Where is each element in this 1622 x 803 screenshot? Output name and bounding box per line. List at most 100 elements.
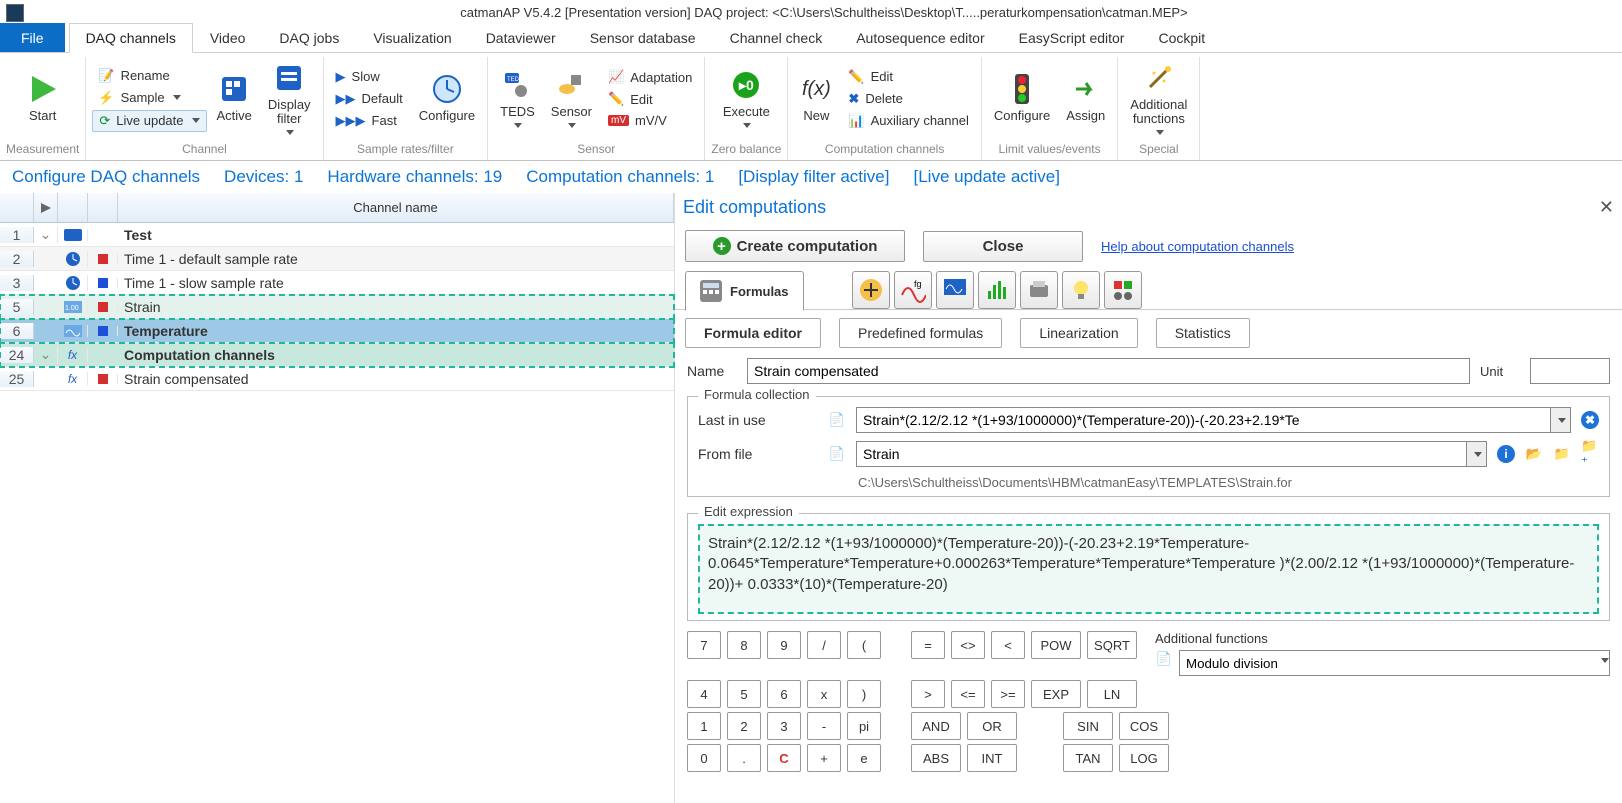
folder-open-icon[interactable]: 📂: [1525, 445, 1543, 463]
tab-cockpit[interactable]: Cockpit: [1141, 23, 1222, 52]
calc-cos[interactable]: COS: [1119, 712, 1169, 740]
tab-daq-jobs[interactable]: DAQ jobs: [262, 23, 356, 52]
close-icon[interactable]: ✕: [1599, 197, 1614, 218]
from-file-combo[interactable]: [857, 442, 1466, 466]
help-link[interactable]: Help about computation channels: [1101, 239, 1294, 254]
tab-autosequence[interactable]: Autosequence editor: [839, 23, 1001, 52]
calc-and[interactable]: AND: [911, 712, 961, 740]
calc-7[interactable]: 7: [687, 631, 721, 659]
collapse-icon[interactable]: ⌄: [34, 226, 58, 243]
header-expand[interactable]: [34, 193, 58, 222]
calc-tan[interactable]: TAN: [1063, 744, 1113, 772]
calc-int[interactable]: INT: [967, 744, 1017, 772]
sensor-button[interactable]: Sensor: [545, 65, 598, 132]
active-button[interactable]: Active: [211, 69, 258, 127]
tab-print-icon[interactable]: [1020, 271, 1058, 309]
display-filter-button[interactable]: Display filter: [262, 58, 317, 140]
grid-row-time2[interactable]: 3 Time 1 - slow sample rate: [0, 271, 674, 295]
assign-limits-button[interactable]: Assign: [1060, 69, 1111, 127]
info-icon[interactable]: i: [1497, 445, 1515, 463]
tab-cycle-icon[interactable]: [1104, 271, 1142, 309]
calc-plus[interactable]: +: [807, 744, 841, 772]
calc-4[interactable]: 4: [687, 680, 721, 708]
unit-input[interactable]: [1530, 358, 1610, 384]
tab-spectrum-icon[interactable]: [978, 271, 1016, 309]
calc-0[interactable]: 0: [687, 744, 721, 772]
calc-minus[interactable]: -: [807, 712, 841, 740]
tab-statistics[interactable]: Statistics: [1156, 318, 1250, 348]
remove-icon[interactable]: ✖: [1581, 411, 1599, 429]
configure-rates-button[interactable]: Configure: [413, 69, 481, 127]
calc-1[interactable]: 1: [687, 712, 721, 740]
mvv-button[interactable]: mVmV/V: [602, 111, 698, 130]
addfn-combo[interactable]: [1180, 651, 1599, 675]
tab-oscil-icon[interactable]: [936, 271, 974, 309]
calc-ne[interactable]: <>: [951, 631, 985, 659]
delete-comp-button[interactable]: ✖Delete: [842, 89, 974, 109]
grid-row-time1[interactable]: 2 Time 1 - default sample rate: [0, 247, 674, 271]
calc-5[interactable]: 5: [727, 680, 761, 708]
tab-video[interactable]: Video: [193, 23, 263, 52]
tab-formulas[interactable]: Formulas: [685, 271, 804, 311]
grid-row-strain-comp[interactable]: 25 fx Strain compensated: [0, 367, 674, 391]
adaptation-button[interactable]: 📈Adaptation: [602, 67, 698, 87]
chevron-down-icon[interactable]: [1466, 442, 1486, 466]
note-icon[interactable]: 📄: [828, 445, 846, 463]
close-button[interactable]: Close: [923, 231, 1083, 262]
calc-lt[interactable]: <: [991, 631, 1025, 659]
link-live-update[interactable]: [Live update active]: [913, 167, 1059, 187]
calc-clear[interactable]: C: [767, 744, 801, 772]
grid-row-test[interactable]: 1 ⌄ Test: [0, 223, 674, 247]
slow-button[interactable]: ▶Slow: [330, 67, 409, 87]
header-channel-name[interactable]: Channel name: [118, 193, 674, 222]
edit-sensor-button[interactable]: ✏️Edit: [602, 89, 698, 109]
calc-sin[interactable]: SIN: [1063, 712, 1113, 740]
new-computation-button[interactable]: f(x) New: [794, 69, 838, 127]
calc-le[interactable]: <=: [951, 680, 985, 708]
tab-linearization[interactable]: Linearization: [1020, 318, 1137, 348]
folder-minus-icon[interactable]: 📁: [1553, 445, 1571, 463]
edit-comp-button[interactable]: ✏️Edit: [842, 67, 974, 87]
calc-gt[interactable]: >: [911, 680, 945, 708]
name-input[interactable]: [747, 358, 1470, 384]
tab-strain-icon[interactable]: [852, 271, 890, 309]
configure-limits-button[interactable]: Configure: [988, 69, 1056, 127]
tab-formula-editor[interactable]: Formula editor: [685, 318, 821, 348]
calc-9[interactable]: 9: [767, 631, 801, 659]
calc-or[interactable]: OR: [967, 712, 1017, 740]
fast-button[interactable]: ▶▶▶Fast: [330, 111, 409, 131]
calc-abs[interactable]: ABS: [911, 744, 961, 772]
expression-textarea[interactable]: Strain*(2.12/2.12 *(1+93/1000000)*(Tempe…: [698, 524, 1599, 614]
link-display-filter[interactable]: [Display filter active]: [738, 167, 889, 187]
calc-ge[interactable]: >=: [991, 680, 1025, 708]
calc-rpar[interactable]: ): [847, 680, 881, 708]
tab-visualization[interactable]: Visualization: [356, 23, 468, 52]
tab-predefined[interactable]: Predefined formulas: [839, 318, 1002, 348]
calc-pi[interactable]: pi: [847, 712, 881, 740]
calc-log[interactable]: LOG: [1119, 744, 1169, 772]
calc-dot[interactable]: .: [727, 744, 761, 772]
tab-sensor-database[interactable]: Sensor database: [573, 23, 713, 52]
calc-6[interactable]: 6: [767, 680, 801, 708]
link-devices[interactable]: Devices: 1: [224, 167, 303, 187]
tab-wave-icon[interactable]: fg: [894, 271, 932, 309]
link-configure-daq[interactable]: Configure DAQ channels: [12, 167, 200, 187]
calc-mul[interactable]: x: [807, 680, 841, 708]
aux-channel-button[interactable]: 📊Auxiliary channel: [842, 111, 974, 131]
default-button[interactable]: ▶▶Default: [330, 89, 409, 109]
note-icon[interactable]: 📄: [828, 411, 846, 429]
calc-exp[interactable]: EXP: [1031, 680, 1081, 708]
tab-easyscript[interactable]: EasyScript editor: [1002, 23, 1142, 52]
calc-div[interactable]: /: [807, 631, 841, 659]
tab-bulb-icon[interactable]: [1062, 271, 1100, 309]
live-update-button[interactable]: ⟳Live update: [92, 110, 206, 132]
calc-lpar[interactable]: (: [847, 631, 881, 659]
calc-pow[interactable]: POW: [1031, 631, 1081, 659]
link-hw-channels[interactable]: Hardware channels: 19: [327, 167, 502, 187]
calc-ln[interactable]: LN: [1087, 680, 1137, 708]
link-comp-channels[interactable]: Computation channels: 1: [526, 167, 714, 187]
additional-functions-button[interactable]: Additional functions: [1124, 58, 1193, 140]
tab-daq-channels[interactable]: DAQ channels: [69, 23, 193, 53]
folder-plus-icon[interactable]: 📁⁺: [1581, 445, 1599, 463]
tab-dataviewer[interactable]: Dataviewer: [469, 23, 573, 52]
